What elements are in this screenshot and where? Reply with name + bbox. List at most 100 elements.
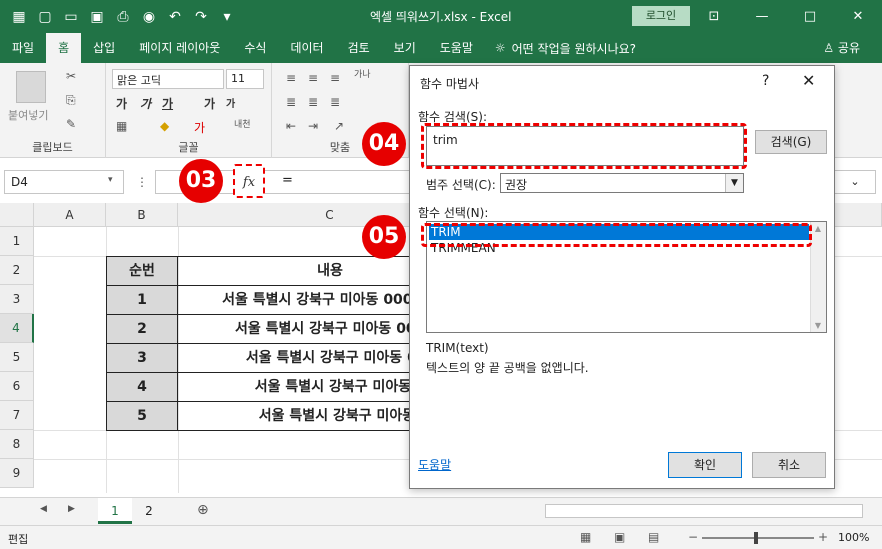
- table-header-number[interactable]: 순번: [106, 256, 178, 286]
- select-function-label: 함수 선택(N):: [418, 206, 489, 220]
- normal-view-icon[interactable]: ▦: [580, 530, 591, 544]
- search-button[interactable]: 검색(G): [755, 130, 827, 154]
- maximize-icon[interactable]: □: [786, 0, 834, 33]
- name-box-dropdown-icon[interactable]: ▾: [108, 175, 113, 185]
- align-left-icon[interactable]: ≣: [286, 95, 296, 109]
- table-cell-number[interactable]: 3: [106, 343, 178, 373]
- border-icon[interactable]: ▦: [116, 119, 127, 133]
- tab-formulas[interactable]: 수식: [232, 33, 278, 63]
- copy-icon[interactable]: ⎘: [66, 93, 76, 108]
- horizontal-scrollbar[interactable]: [545, 504, 863, 518]
- login-button[interactable]: 로그인: [632, 6, 690, 26]
- share-button[interactable]: ♙ 공유: [823, 33, 860, 63]
- table-cell-number[interactable]: 4: [106, 372, 178, 402]
- chevron-down-icon[interactable]: ▼: [725, 174, 743, 192]
- sheet-tab-1[interactable]: 1: [98, 498, 132, 524]
- help-link[interactable]: 도움말: [418, 456, 451, 473]
- row-header-7[interactable]: 7: [0, 401, 34, 430]
- align-right-icon[interactable]: ≣: [330, 95, 340, 109]
- tab-page-layout[interactable]: 페이지 레이아웃: [127, 33, 232, 63]
- zoom-slider[interactable]: [702, 537, 814, 539]
- tab-help[interactable]: 도움말: [428, 33, 485, 63]
- decrease-indent-icon[interactable]: ⇤: [286, 119, 296, 133]
- tab-view[interactable]: 보기: [382, 33, 428, 63]
- align-top-icon[interactable]: ≡: [286, 71, 296, 85]
- row-header-4[interactable]: 4: [0, 314, 34, 343]
- new-file-icon[interactable]: ▢: [36, 9, 54, 25]
- row-header-9[interactable]: 9: [0, 459, 34, 488]
- font-name-select[interactable]: 맑은 고딕: [112, 69, 224, 89]
- formula-value: =: [282, 173, 293, 188]
- underline-icon[interactable]: 가: [162, 95, 173, 112]
- wrap-text-icon[interactable]: 가나: [354, 67, 371, 80]
- column-header-b[interactable]: B: [106, 203, 178, 227]
- formula-bar-grip-icon: ⋮: [136, 175, 148, 189]
- page-break-view-icon[interactable]: ▤: [648, 530, 659, 544]
- step-badge-05: 05: [362, 215, 406, 259]
- add-sheet-icon[interactable]: ⊕: [197, 502, 209, 518]
- tab-file[interactable]: 파일: [0, 33, 46, 63]
- paste-icon[interactable]: [16, 71, 46, 103]
- row-header-3[interactable]: 3: [0, 285, 34, 314]
- align-center-icon[interactable]: ≣: [308, 95, 318, 109]
- align-bottom-icon[interactable]: ≡: [330, 71, 340, 85]
- fill-color-icon[interactable]: ◆: [160, 119, 169, 133]
- scroll-up-icon[interactable]: ▲: [811, 224, 825, 233]
- camera-icon[interactable]: ◉: [140, 9, 158, 25]
- zoom-level[interactable]: 100%: [838, 531, 869, 544]
- font-color-icon[interactable]: 가: [194, 119, 205, 136]
- row-header-5[interactable]: 5: [0, 343, 34, 372]
- font-size-select[interactable]: 11: [226, 69, 264, 89]
- cut-icon[interactable]: ✂: [66, 69, 76, 83]
- italic-icon[interactable]: 가: [140, 95, 151, 112]
- ok-button[interactable]: 확인: [668, 452, 742, 478]
- minimize-icon[interactable]: —: [738, 0, 786, 33]
- customize-qat-icon[interactable]: ▾: [218, 9, 236, 25]
- save-icon[interactable]: ▣: [88, 9, 106, 25]
- print-preview-icon[interactable]: ⎙: [114, 9, 132, 25]
- shrink-font-icon[interactable]: 가: [226, 95, 235, 110]
- table-cell-number[interactable]: 5: [106, 401, 178, 431]
- row-header-2[interactable]: 2: [0, 256, 34, 285]
- dialog-help-icon[interactable]: ?: [762, 73, 769, 89]
- align-middle-icon[interactable]: ≡: [308, 71, 318, 85]
- row-header-6[interactable]: 6: [0, 372, 34, 401]
- row-header-8[interactable]: 8: [0, 430, 34, 459]
- table-cell-number[interactable]: 2: [106, 314, 178, 344]
- tell-me-search[interactable]: ☼ 어떤 작업을 원하시나요?: [495, 40, 636, 57]
- list-scrollbar[interactable]: ▲ ▼: [810, 222, 826, 332]
- close-icon[interactable]: ✕: [834, 0, 882, 33]
- table-cell-number[interactable]: 1: [106, 285, 178, 315]
- expand-formula-bar-icon[interactable]: ⌄: [834, 170, 876, 194]
- scroll-down-icon[interactable]: ▼: [811, 321, 825, 330]
- category-select[interactable]: 권장 ▼: [500, 173, 744, 193]
- next-sheet-icon[interactable]: ▶: [68, 504, 75, 514]
- bold-icon[interactable]: 가: [116, 95, 127, 112]
- sheet-tab-2[interactable]: 2: [132, 498, 166, 524]
- row-header-1[interactable]: 1: [0, 227, 34, 256]
- increase-indent-icon[interactable]: ⇥: [308, 119, 318, 133]
- insert-function-icon[interactable]: fx: [233, 164, 265, 198]
- ribbon-display-icon[interactable]: ⊡: [690, 0, 738, 33]
- tab-home[interactable]: 홈: [46, 33, 82, 63]
- format-painter-icon[interactable]: ✎: [66, 117, 76, 131]
- select-all-corner[interactable]: [0, 203, 34, 227]
- tab-review[interactable]: 검토: [336, 33, 382, 63]
- column-header-a[interactable]: A: [34, 203, 106, 227]
- dialog-close-icon[interactable]: ✕: [802, 71, 815, 90]
- zoom-slider-thumb[interactable]: [754, 532, 758, 544]
- redo-icon[interactable]: ↷: [192, 9, 210, 25]
- zoom-in-icon[interactable]: +: [818, 530, 828, 544]
- grow-font-icon[interactable]: 가: [204, 95, 215, 112]
- zoom-out-icon[interactable]: −: [688, 530, 698, 544]
- phonetic-icon[interactable]: 내천: [234, 117, 251, 130]
- tab-insert[interactable]: 삽입: [81, 33, 127, 63]
- page-layout-view-icon[interactable]: ▣: [614, 530, 625, 544]
- tab-data[interactable]: 데이터: [278, 33, 335, 63]
- name-box[interactable]: D4: [4, 170, 124, 194]
- orientation-icon[interactable]: ↗: [334, 119, 344, 133]
- prev-sheet-icon[interactable]: ◀: [40, 504, 47, 514]
- open-folder-icon[interactable]: ▭: [62, 9, 80, 25]
- undo-icon[interactable]: ↶: [166, 9, 184, 25]
- cancel-button[interactable]: 취소: [752, 452, 826, 478]
